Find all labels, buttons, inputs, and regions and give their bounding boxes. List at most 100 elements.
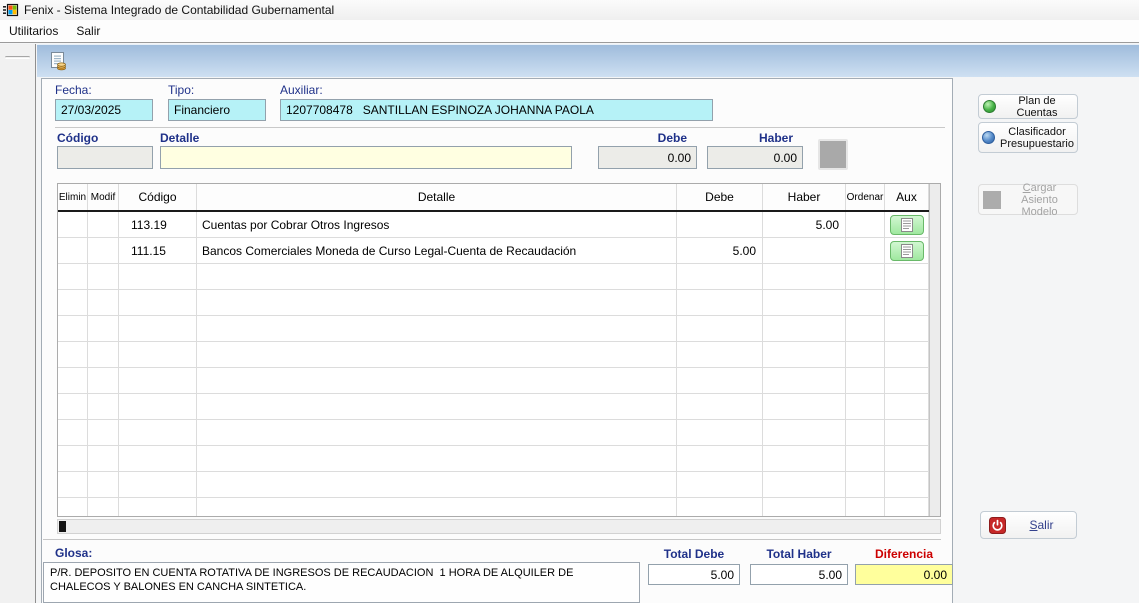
grid-cell-debe (677, 420, 763, 445)
grid-column-header-ordenar[interactable]: Ordenar (846, 184, 885, 210)
window-title: Fenix - Sistema Integrado de Contabilida… (24, 3, 335, 17)
grid-cell-elimin (58, 420, 88, 445)
left-panel (0, 44, 36, 603)
grid-cell-ordenar (846, 472, 885, 497)
toolbar (37, 44, 1139, 77)
debe-input: 0.00 (598, 146, 697, 169)
grid-column-header-modif[interactable]: Modif (88, 184, 119, 210)
grid-column-header-aux[interactable]: Aux (885, 184, 929, 210)
grid-vertical-scrollbar[interactable] (929, 184, 940, 516)
grid-cell-modif[interactable] (88, 212, 119, 237)
grid-cell-debe[interactable]: 5.00 (677, 238, 763, 263)
grid-cell-debe (677, 264, 763, 289)
green-sphere-icon (983, 100, 996, 113)
grid-cell-codigo[interactable]: 113.19 (119, 212, 197, 237)
grid-cell-elimin (58, 498, 88, 516)
grid-empty-row (58, 394, 929, 420)
grid-cell-detalle (197, 264, 677, 289)
app-window: Fenix - Sistema Integrado de Contabilida… (0, 0, 1139, 603)
auxiliar-label: Auxiliar: (280, 83, 323, 97)
grid-column-header-detalle[interactable]: Detalle (197, 184, 677, 210)
form-separator (55, 127, 945, 128)
grid-cell-ordenar (846, 264, 885, 289)
glosa-textarea[interactable]: P/R. DEPOSITO EN CUENTA ROTATIVA DE INGR… (43, 562, 640, 603)
grid-cell-codigo (119, 446, 197, 471)
grid-cell-detalle (197, 446, 677, 471)
grid-cell-ordenar (846, 446, 885, 471)
grid-cell-ordenar (846, 498, 885, 516)
grid-cell-codigo (119, 342, 197, 367)
grid-empty-row (58, 342, 929, 368)
grid-cell-haber[interactable]: 5.00 (763, 212, 846, 237)
grid-cell-codigo (119, 290, 197, 315)
total-haber-label: Total Haber (766, 547, 832, 561)
new-entry-button[interactable] (45, 48, 71, 74)
grid-cell-debe (677, 446, 763, 471)
grid-cell-detalle[interactable]: Bancos Comerciales Moneda de Curso Legal… (197, 238, 677, 263)
grid-cell-ordenar[interactable] (846, 238, 885, 263)
grid-cell-codigo[interactable]: 111.15 (119, 238, 197, 263)
grid-horizontal-scrollbar[interactable] (57, 519, 941, 534)
grid-cell-detalle (197, 290, 677, 315)
blue-sphere-icon (982, 131, 995, 144)
grid-cell-modif[interactable] (88, 238, 119, 263)
grid-cell-elimin (58, 290, 88, 315)
grid-cell-modif (88, 394, 119, 419)
splitter-handle[interactable] (5, 56, 30, 59)
aux-document-button[interactable] (889, 214, 924, 235)
auxiliar-input[interactable]: 1207708478 SANTILLAN ESPINOZA JOHANNA PA… (280, 99, 713, 121)
grid-column-header-elimin[interactable]: Elimin (58, 184, 88, 210)
grid-cell-haber (763, 446, 846, 471)
grid-cell-aux (885, 290, 929, 315)
grid-hscroll-thumb[interactable] (59, 521, 66, 532)
grid-column-header-debe[interactable]: Debe (677, 184, 763, 210)
plan-de-cuentas-label: Plan de Cuentas (1016, 94, 1058, 119)
grid-cell-debe (677, 316, 763, 341)
grid-cell-detalle (197, 316, 677, 341)
grid-cell-detalle (197, 420, 677, 445)
grid-cell-debe[interactable] (677, 212, 763, 237)
clasificador-presupuestario-button[interactable]: Clasificador Presupuestario (978, 122, 1078, 153)
aux-document-button[interactable] (889, 240, 924, 261)
grid-entry-row[interactable]: 113.19 Cuentas por Cobrar Otros Ingresos 5… (58, 212, 929, 238)
diferencia-field: 0.00 (855, 564, 953, 585)
grid-column-header-codigo[interactable]: Código (119, 184, 197, 210)
grid-cell-ordenar (846, 394, 885, 419)
grid-cell-elimin[interactable] (58, 238, 88, 263)
grid-entry-row[interactable]: 111.15 Bancos Comerciales Moneda de Curso… (58, 238, 929, 264)
grid-cell-aux[interactable] (885, 212, 929, 237)
grid-column-header-haber[interactable]: Haber (763, 184, 846, 210)
grid-cell-ordenar (846, 342, 885, 367)
menu-item-utilitarios[interactable]: Utilitarios (0, 20, 67, 42)
grid-empty-row (58, 498, 929, 516)
grid-cell-codigo (119, 498, 197, 516)
grid-cell-detalle (197, 472, 677, 497)
grid-cell-ordenar (846, 368, 885, 393)
salir-button[interactable]: Salir (980, 511, 1077, 539)
grid-cell-modif (88, 446, 119, 471)
grid-empty-row (58, 368, 929, 394)
detalle-input[interactable] (160, 146, 572, 169)
grid-cell-codigo (119, 316, 197, 341)
document-coins-icon (51, 52, 66, 71)
grid-cell-ordenar[interactable] (846, 212, 885, 237)
grid-cell-elimin[interactable] (58, 212, 88, 237)
grid-cell-modif (88, 498, 119, 516)
plan-de-cuentas-button[interactable]: Plan de Cuentas (978, 94, 1078, 119)
grid-cell-modif (88, 342, 119, 367)
tipo-label: Tipo: (168, 83, 195, 97)
grid-cell-haber (763, 316, 846, 341)
menu-item-salir[interactable]: Salir (67, 20, 109, 42)
grid-cell-aux (885, 446, 929, 471)
salir-label: Salir (1029, 518, 1054, 532)
fecha-input[interactable]: 27/03/2025 (55, 99, 153, 121)
grid-cell-aux[interactable] (885, 238, 929, 263)
tipo-input[interactable]: Financiero (168, 99, 266, 121)
grid-cell-detalle[interactable]: Cuentas por Cobrar Otros Ingresos (197, 212, 677, 237)
grid-cell-haber[interactable] (763, 238, 846, 263)
debe-label: Debe (657, 131, 687, 145)
entries-grid: Elimin Modif Código Detalle Debe Haber Ordenar… (57, 183, 941, 517)
grid-cell-debe (677, 368, 763, 393)
entry-action-button[interactable] (818, 139, 848, 170)
total-debe-field: 5.00 (648, 564, 740, 585)
